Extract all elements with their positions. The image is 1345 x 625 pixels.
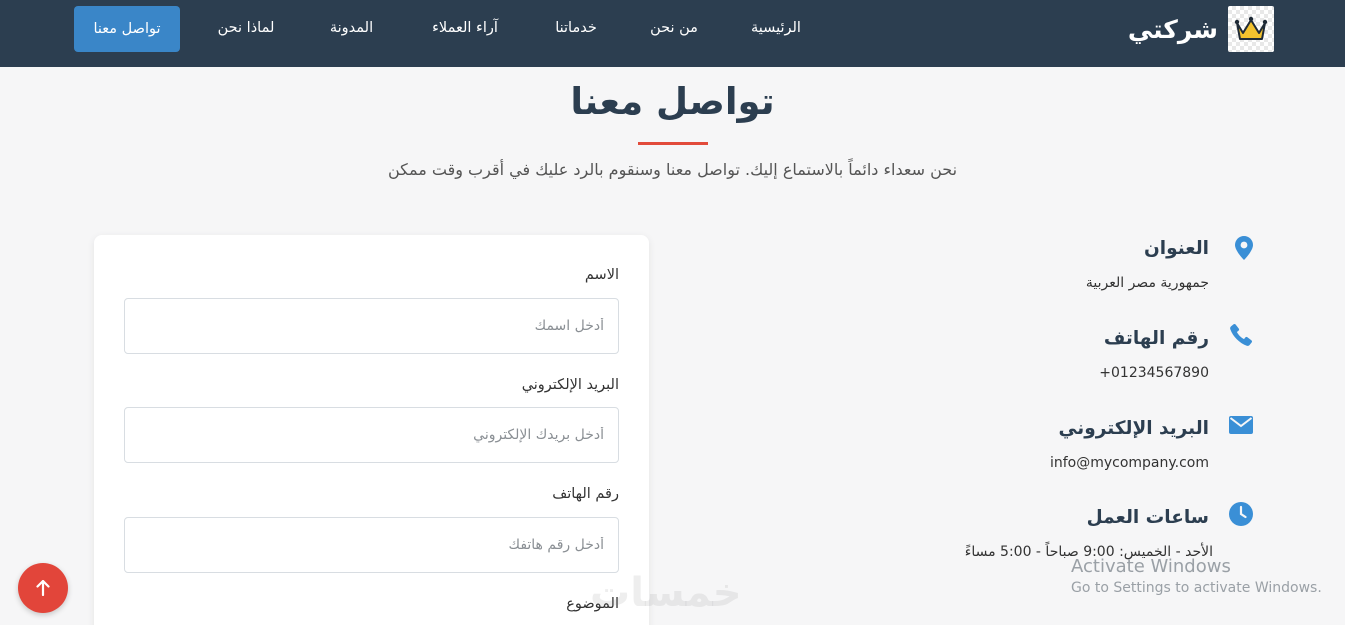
contact-form: الاسم البريد الإلكتروني رقم الهاتف الموض… <box>94 235 649 625</box>
watermark: خمسات <box>590 570 742 616</box>
address-title: العنوان <box>1143 238 1209 259</box>
section-subtitle: نحن سعداء دائماً بالاستماع إليك. تواصل م… <box>387 160 958 179</box>
phone-label: رقم الهاتف <box>552 486 619 502</box>
nav-link-about[interactable]: من نحن <box>648 20 700 42</box>
name-input[interactable] <box>124 298 619 354</box>
nav-link-blog[interactable]: المدونة <box>325 20 378 42</box>
phone-icon <box>1229 323 1253 351</box>
email-title: البريد الإلكتروني <box>1058 418 1209 439</box>
contact-phone: رقم الهاتف +01234567890 <box>1099 328 1209 381</box>
scroll-to-top-button[interactable] <box>18 563 68 613</box>
map-marker-icon <box>1235 236 1253 264</box>
title-underline <box>638 142 708 145</box>
nav-link-services[interactable]: خدماتنا <box>551 20 601 42</box>
contact-us-nav-button[interactable]: تواصل معنا <box>74 6 180 52</box>
activate-subtitle: Go to Settings to activate Windows. <box>1071 580 1322 596</box>
phone-input[interactable] <box>124 517 619 573</box>
nav-link-why-us[interactable]: لماذا نحن <box>214 20 278 42</box>
contact-address: العنوان جمهورية مصر العربية <box>1086 238 1209 291</box>
navbar: شركتي الرئيسية من نحن خدماتنا آراء العمل… <box>0 0 1345 67</box>
envelope-icon <box>1229 416 1253 438</box>
section-title: تواصل معنا <box>570 80 775 123</box>
address-value: جمهورية مصر العربية <box>1085 275 1209 291</box>
contact-hours: ساعات العمل الأحد - الخميس: 9:00 صباحاً … <box>965 507 1213 560</box>
phone-value: +01234567890 <box>1099 365 1209 381</box>
nav-link-home[interactable]: الرئيسية <box>749 20 803 42</box>
email-input[interactable] <box>124 407 619 463</box>
activate-windows-notice: Activate Windows Go to Settings to activ… <box>1071 556 1322 596</box>
email-value: info@mycompany.com <box>1049 455 1209 471</box>
name-label: الاسم <box>584 267 619 283</box>
activate-title: Activate Windows <box>1071 556 1231 577</box>
nav-links: الرئيسية من نحن خدماتنا آراء العملاء الم… <box>0 0 1345 67</box>
hours-title: ساعات العمل <box>1086 507 1209 528</box>
clock-icon <box>1229 502 1253 530</box>
nav-link-testimonials[interactable]: آراء العملاء <box>427 20 503 42</box>
phone-title: رقم الهاتف <box>1103 328 1209 349</box>
contact-email: البريد الإلكتروني info@mycompany.com <box>1050 418 1209 471</box>
email-label: البريد الإلكتروني <box>521 377 619 393</box>
arrow-up-icon <box>36 580 50 596</box>
